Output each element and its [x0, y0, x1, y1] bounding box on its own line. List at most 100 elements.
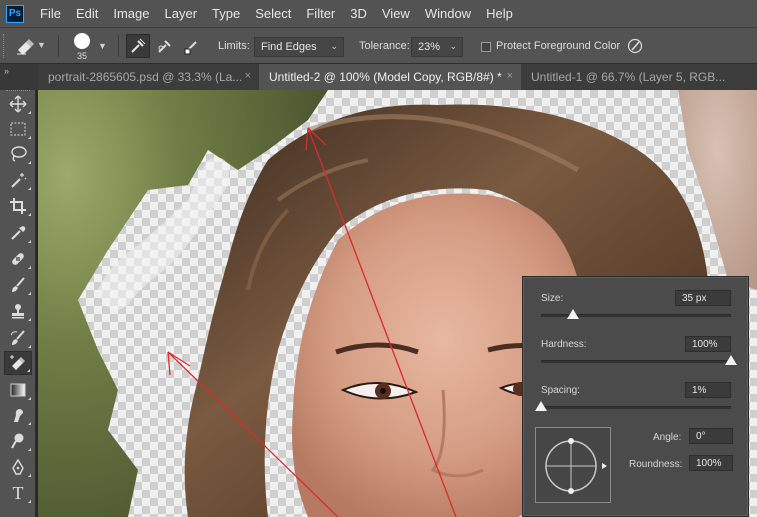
- tab-untitled-2[interactable]: Untitled-2 @ 100% (Model Copy, RGB/8#) *…: [259, 64, 521, 90]
- background-eraser-tool[interactable]: [4, 351, 32, 375]
- tool-flyout-indicator: [28, 111, 31, 114]
- marquee-tool[interactable]: [4, 117, 32, 141]
- crop-icon: [10, 198, 26, 214]
- close-icon[interactable]: ×: [507, 70, 513, 82]
- brush-tool[interactable]: [4, 273, 32, 297]
- menu-view[interactable]: View: [382, 6, 410, 21]
- brush-icon: [12, 277, 25, 292]
- chevron-down-icon[interactable]: ▼: [98, 41, 107, 51]
- dodge-icon: [11, 433, 24, 449]
- panel-collapse-area: »: [0, 64, 38, 90]
- healing-brush-tool[interactable]: [4, 247, 32, 271]
- chevron-down-icon: ▼: [37, 40, 46, 50]
- brush-angle-roundness-widget[interactable]: [535, 427, 611, 503]
- gradient-icon: [10, 383, 26, 397]
- menu-image[interactable]: Image: [113, 6, 149, 21]
- tool-flyout-indicator: [28, 448, 31, 451]
- tool-flyout-indicator: [28, 345, 31, 348]
- menu-filter[interactable]: Filter: [306, 6, 335, 21]
- chevron-down-icon[interactable]: ⌄: [449, 41, 457, 52]
- pressure-size-button[interactable]: [623, 34, 647, 58]
- angle-value: 0°: [696, 431, 706, 442]
- history-brush-tool[interactable]: [4, 326, 32, 350]
- size-value: 35 px: [682, 293, 707, 304]
- tolerance-value: 23%: [418, 41, 441, 53]
- menu-file[interactable]: File: [40, 6, 61, 21]
- move-tool[interactable]: [4, 92, 32, 116]
- tab-portrait[interactable]: portrait-2865605.psd @ 33.3% (La... ×: [38, 64, 259, 90]
- panel-collapse-icon[interactable]: »: [4, 66, 9, 76]
- hardness-field[interactable]: 100%: [685, 336, 731, 352]
- roundness-field[interactable]: 100%: [689, 455, 733, 471]
- type-icon: T: [12, 482, 24, 503]
- spacing-label: Spacing:: [541, 385, 580, 396]
- size-slider-thumb[interactable]: [567, 309, 580, 319]
- clone-stamp-tool[interactable]: [4, 299, 32, 323]
- angle-field[interactable]: 0°: [689, 428, 733, 444]
- lasso-tool[interactable]: [4, 142, 32, 166]
- magic-wand-tool[interactable]: [4, 168, 32, 192]
- tab-untitled-1[interactable]: Untitled-1 @ 66.7% (Layer 5, RGB...: [521, 64, 757, 90]
- hardness-slider-thumb[interactable]: [725, 355, 737, 365]
- protect-foreground-label: Protect Foreground Color: [496, 40, 621, 52]
- eyedropper-tool[interactable]: [4, 221, 32, 245]
- spacing-slider[interactable]: [535, 401, 731, 411]
- tool-flyout-indicator: [28, 500, 31, 503]
- size-slider[interactable]: [541, 309, 731, 319]
- tolerance-field[interactable]: 23% ⌄: [411, 37, 463, 57]
- brush-preset-picker[interactable]: 35: [72, 32, 92, 61]
- spacing-value: 1%: [692, 385, 707, 396]
- sampling-continuous-icon: [131, 38, 146, 53]
- hardness-slider[interactable]: [541, 355, 737, 365]
- smudge-icon: [14, 409, 23, 422]
- tool-flyout-indicator: [28, 187, 31, 190]
- menu-edit[interactable]: Edit: [76, 6, 98, 21]
- pressure-pen-icon: [627, 38, 643, 54]
- tab-label: portrait-2865605.psd @ 33.3% (La...: [48, 70, 243, 84]
- sampling-background-swatch-button[interactable]: [180, 34, 204, 58]
- crop-tool[interactable]: [4, 194, 32, 218]
- menu-3d[interactable]: 3D: [350, 6, 367, 21]
- pen-tool[interactable]: [4, 455, 32, 479]
- tool-flyout-indicator: [28, 318, 31, 321]
- spacing-field[interactable]: 1%: [685, 382, 731, 398]
- menu-window[interactable]: Window: [425, 6, 471, 21]
- menu-select[interactable]: Select: [255, 6, 291, 21]
- menu-help[interactable]: Help: [486, 6, 513, 21]
- hardness-label: Hardness:: [541, 339, 587, 350]
- roundness-value: 100%: [696, 458, 722, 469]
- chevron-down-icon: ⌄: [330, 41, 338, 51]
- smudge-tool[interactable]: [4, 403, 32, 427]
- limits-select[interactable]: Find Edges ⌄: [254, 37, 344, 57]
- sampling-swatch-icon: [184, 41, 197, 55]
- magic-wand-icon: [11, 173, 27, 188]
- sampling-once-button[interactable]: [153, 34, 177, 58]
- menu-layer[interactable]: Layer: [165, 6, 198, 21]
- sampling-continuous-button[interactable]: [126, 34, 150, 58]
- tool-flyout-indicator: [28, 136, 31, 139]
- spacing-slider-thumb[interactable]: [535, 401, 547, 411]
- roundness-label: Roundness:: [629, 459, 683, 470]
- dodge-tool[interactable]: [4, 429, 32, 453]
- brush-tip-icon: [74, 33, 90, 49]
- tool-flyout-indicator: [27, 369, 30, 372]
- angle-dial-icon: [545, 438, 607, 494]
- divider: [118, 35, 119, 57]
- angle-label: Angle:: [653, 432, 682, 443]
- tolerance-label: Tolerance:: [359, 40, 410, 52]
- close-icon[interactable]: ×: [245, 70, 251, 82]
- protect-foreground-checkbox[interactable]: [481, 42, 491, 52]
- limits-value: Find Edges: [261, 41, 317, 53]
- type-tool[interactable]: T: [4, 481, 32, 505]
- tool-flyout-indicator: [28, 266, 31, 269]
- size-field[interactable]: 35 px: [675, 290, 731, 306]
- menu-type[interactable]: Type: [212, 6, 240, 21]
- tool-preset-picker[interactable]: ▼: [14, 36, 46, 56]
- photoshop-logo-icon: Ps: [6, 4, 24, 23]
- tool-flyout-indicator: [28, 422, 31, 425]
- divider: [58, 35, 59, 57]
- stamp-icon: [12, 304, 24, 319]
- tab-label: Untitled-1 @ 66.7% (Layer 5, RGB...: [531, 70, 726, 84]
- gradient-tool[interactable]: [4, 378, 32, 402]
- options-bar-grip[interactable]: [3, 34, 6, 58]
